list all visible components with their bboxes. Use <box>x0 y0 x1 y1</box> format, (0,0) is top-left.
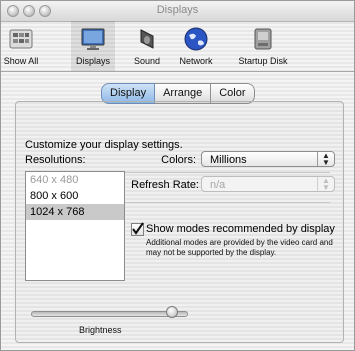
toolbar-label: Startup Disk <box>238 56 288 66</box>
toolbar-label: Show All <box>3 56 39 66</box>
brightness-label: Brightness <box>79 325 122 335</box>
toolbar-item-sound[interactable]: Sound <box>127 21 167 71</box>
resolutions-label: Resolutions: <box>25 154 86 166</box>
tab-bar: Display Arrange Color <box>101 83 255 104</box>
toolbar-item-network[interactable]: Network <box>173 21 219 71</box>
resolution-1024x768[interactable]: 1024 x 768 <box>26 204 124 220</box>
recommended-modes-checkbox[interactable] <box>131 222 144 236</box>
recommended-modes-note: Additional modes are provided by the vid… <box>146 238 333 257</box>
colors-value: Millions <box>210 154 247 166</box>
resolution-800x600[interactable]: 800 x 600 <box>26 188 124 204</box>
brightness-slider-track[interactable] <box>31 311 188 317</box>
refresh-rate-popup[interactable]: n/a ▲ ▼ <box>201 176 335 192</box>
recommended-modes-label[interactable]: Show modes recommended by display <box>146 223 335 235</box>
colors-label: Colors: <box>161 154 196 166</box>
refresh-rate-value: n/a <box>210 179 226 191</box>
toolbar-label: Network <box>179 56 213 66</box>
displays-window: Displays Show All Displays Sound Network… <box>0 0 355 351</box>
title-bar: Displays <box>1 1 354 22</box>
toolbar-item-displays[interactable]: Displays <box>71 21 115 71</box>
speaker-icon <box>140 29 154 49</box>
divider <box>125 202 330 203</box>
disk-icon <box>254 28 272 50</box>
panel-heading: Customize your display settings. <box>25 139 183 151</box>
toolbar-item-show-all[interactable]: Show All <box>1 21 41 71</box>
resolution-640x480[interactable]: 640 x 480 <box>26 172 124 188</box>
checkmark-icon <box>132 222 144 235</box>
show-all-icon <box>9 29 33 49</box>
refresh-rate-label: Refresh Rate: <box>131 179 199 191</box>
popup-arrows-icon: ▲ ▼ <box>317 177 334 192</box>
toolbar: Show All Displays Sound Network Startup … <box>1 21 354 72</box>
globe-icon <box>184 27 208 51</box>
toolbar-item-startup-disk[interactable]: Startup Disk <box>229 21 297 71</box>
resolutions-list[interactable]: 640 x 480 800 x 600 1024 x 768 <box>25 171 125 281</box>
popup-arrows-icon: ▲ ▼ <box>317 152 334 167</box>
window-title: Displays <box>156 4 199 16</box>
display-icon <box>81 28 105 50</box>
toolbar-label: Sound <box>133 56 161 66</box>
toolbar-label: Displays <box>75 56 110 66</box>
colors-popup[interactable]: Millions ▲ ▼ <box>201 151 335 167</box>
divider <box>125 172 330 173</box>
